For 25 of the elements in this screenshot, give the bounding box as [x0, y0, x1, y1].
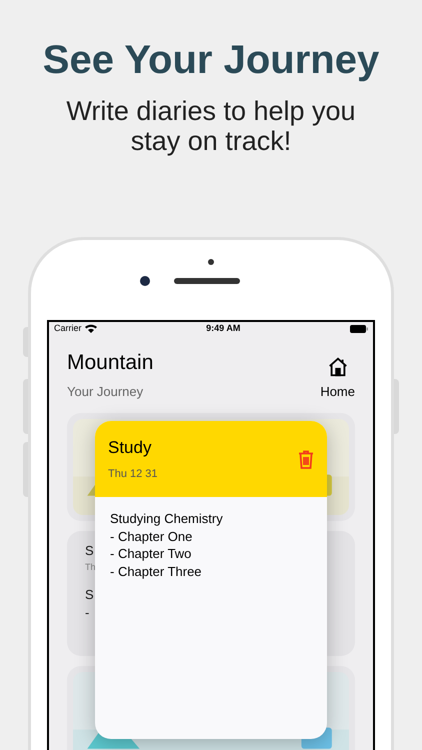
entry-line: - Chapter Three: [110, 562, 203, 580]
entry-line: - Chapter Two: [110, 545, 192, 562]
page-subtitle: Your Journey: [67, 382, 144, 401]
entry-text: S: [85, 587, 94, 603]
home-button[interactable]: Home: [320, 356, 355, 401]
entry-line: - Chapter One: [110, 528, 194, 545]
trash-icon: [298, 450, 314, 468]
battery-icon: [350, 324, 368, 333]
entry-line: Studying Chemistry: [110, 510, 224, 528]
wifi-icon: [84, 324, 97, 334]
page-title: Mountain: [67, 350, 154, 376]
sensor-icon: [208, 259, 214, 265]
entry-date: Thu 12 31: [108, 467, 158, 482]
delete-button[interactable]: [298, 449, 314, 469]
camera-icon: [140, 276, 150, 286]
status-time: 9:49 AM: [206, 322, 240, 335]
entry-text: S: [85, 543, 94, 559]
home-icon: [326, 356, 349, 378]
entry-text: Th: [85, 561, 96, 573]
entry-title: Study: [108, 438, 152, 458]
headline: See Your Journey: [42, 37, 380, 84]
entry-text: -: [85, 605, 90, 621]
speaker-icon: [174, 278, 240, 284]
subtitle: Write diaries to help you stay on track!: [65, 96, 357, 156]
carrier-label: Carrier: [54, 322, 82, 335]
